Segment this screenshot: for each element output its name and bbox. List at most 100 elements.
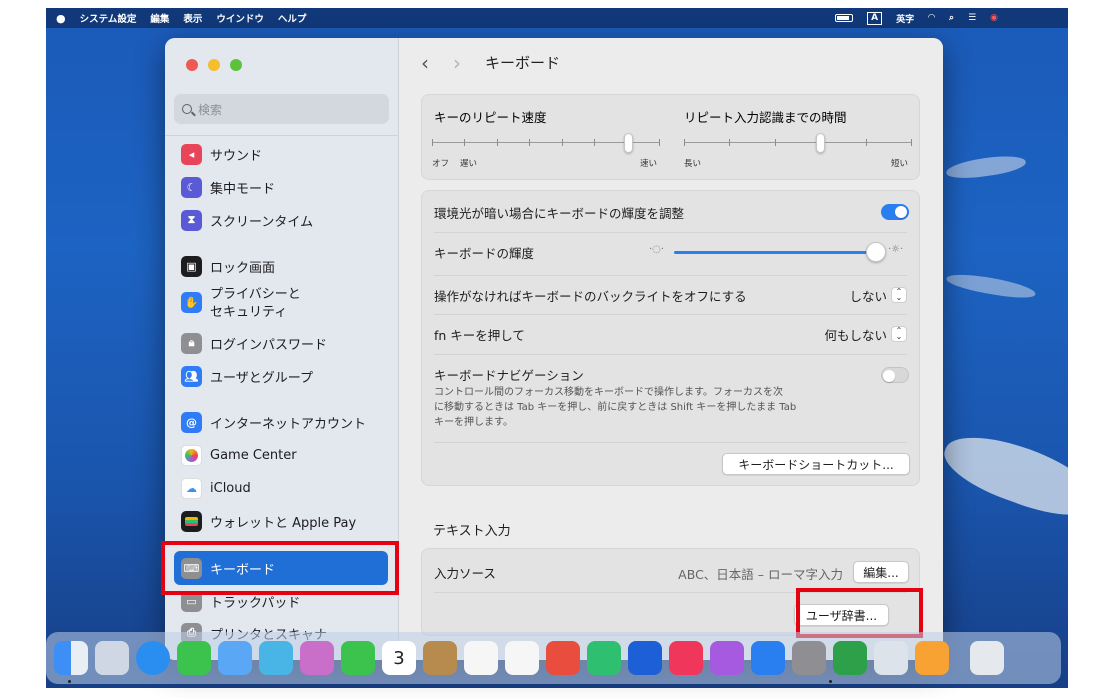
sidebar-item-login-password[interactable]: 🔒︎ ログインパスワード [181,332,327,354]
sidebar-item-icloud[interactable]: ☁ iCloud [181,477,251,499]
sidebar: 検索 ◂ サウンド ☾ 集中モード ⧗ スクリーンタイム ▣ ロック画面 ✋ プ… [165,38,399,660]
speed-min-label: オフ [432,159,450,169]
back-chevron-icon[interactable]: ‹ [421,53,429,73]
fn-key-label: fn キーを押して [434,327,525,343]
menu-edit[interactable]: 編集 [150,11,169,25]
minimize-button[interactable] [208,59,220,71]
pages-icon[interactable] [915,641,949,675]
spotlight-icon[interactable]: ⌕ [949,13,954,23]
running-indicator [829,680,832,683]
apple-menu-icon[interactable]: ● [56,12,66,25]
reminders-icon[interactable] [464,641,498,675]
divider [434,592,907,593]
photos-icon[interactable] [300,641,334,675]
user-dictionary-button[interactable]: ユーザ辞書... [794,604,889,626]
sidebar-item-lock-screen[interactable]: ▣ ロック画面 [181,255,275,277]
wifi-icon[interactable]: ◠ [928,13,935,23]
keyboard-navigation-toggle[interactable] [881,367,909,383]
launchpad-icon[interactable] [95,641,129,675]
slider-tick [684,139,685,146]
divider [434,232,907,233]
tv-icon[interactable] [628,641,662,675]
auto-brightness-row: 環境光が暗い場合にキーボードの輝度を調整 [434,201,907,223]
trash-icon[interactable] [970,641,1004,675]
fn-key-value: 何もしない [824,327,887,343]
sidebar-item-wallet[interactable]: ウォレットと Apple Pay [181,510,356,532]
battery-icon[interactable] [835,14,854,22]
sidebar-item-label: iCloud [210,480,251,496]
text-input-card: 入力ソース ABC、日本語 – ローマ字入力 編集... ユーザ辞書... [421,548,920,636]
sidebar-item-users[interactable]: 👥︎ ユーザとグループ [181,365,313,387]
finder-icon[interactable] [54,641,88,675]
backlight-off-popup[interactable]: しない ⌃ ⌄ [849,286,907,305]
sidebar-item-trackpad[interactable]: ▭ トラックパッド [181,590,300,612]
close-button[interactable] [186,59,198,71]
sidebar-item-label: サウンド [210,148,263,164]
system-settings-window: 検索 ◂ サウンド ☾ 集中モード ⧗ スクリーンタイム ▣ ロック画面 ✋ プ… [165,38,943,660]
slider-knob[interactable] [623,133,633,153]
music-icon[interactable] [669,641,703,675]
sidebar-item-sound[interactable]: ◂ サウンド [181,143,262,165]
contacts-icon[interactable] [423,641,457,675]
keyboard-brightness-slider[interactable] [674,242,886,262]
input-method-label[interactable]: 英字 [896,12,914,25]
facetime-icon[interactable] [341,641,375,675]
menu-app-name[interactable]: システム設定 [80,11,137,25]
menu-view[interactable]: 表示 [183,11,202,25]
menu-window[interactable]: ウインドウ [216,11,264,25]
app-store-icon[interactable] [751,641,785,675]
slider-tick [594,139,596,146]
sidebar-item-label: トラックパッド [210,595,301,611]
sidebar-item-focus[interactable]: ☾ 集中モード [181,176,275,198]
key-repeat-card: キーのリピート速度 リピート入力認識までの時間 オフ 遅い 速い 長い 短い [421,94,920,180]
maps-icon[interactable] [259,641,293,675]
menu-help[interactable]: ヘルプ [278,11,307,25]
messages-icon[interactable] [177,641,211,675]
cloud-icon: ☁ [181,477,202,499]
freeform-icon[interactable] [505,641,539,675]
sidebar-item-internet-accounts[interactable]: @ インターネットアカウント [181,411,366,433]
system-settings-icon[interactable] [792,641,826,675]
keyboard-shortcuts-button[interactable]: キーボードショートカット... [722,453,910,475]
fn-key-row: fn キーを押して 何もしない ⌃ ⌄ [434,323,907,345]
slider-tick [561,139,563,146]
chrome-icon[interactable] [546,641,580,675]
edit-input-sources-button[interactable]: 編集... [853,561,909,583]
sidebar-item-keyboard[interactable]: ⌨ キーボード [174,551,388,585]
text-input-section-title: テキスト入力 [433,524,511,539]
siri-icon[interactable]: ◉ [990,13,998,23]
keyboard-navigation-description: コントロール間のフォーカス移動をキーボードで操作します。フォーカスを次 に移動す… [434,385,844,430]
zoom-button[interactable] [230,59,242,71]
podcasts-icon[interactable] [710,641,744,675]
auto-brightness-toggle[interactable] [881,204,909,220]
slider-tick [729,139,731,146]
fn-key-popup[interactable]: 何もしない ⌃ ⌄ [824,325,907,344]
slider-knob[interactable] [816,133,826,153]
slider-tick [911,139,912,146]
mail-icon[interactable] [218,641,252,675]
control-center-icon[interactable]: ☰ [968,13,976,23]
calendar-icon[interactable]: 3 [382,641,416,675]
key-repeat-speed-slider[interactable] [432,133,660,153]
wallpaper-dolphin [945,270,1037,302]
toggle-knob [883,370,895,382]
input-method-icon[interactable]: A [867,11,883,25]
brightness-high-icon: ·☼· [888,244,904,255]
sidebar-item-game-center[interactable]: Game Center [181,444,297,466]
safari-icon[interactable] [136,641,170,675]
search-field[interactable]: 検索 [174,94,389,124]
excel-icon[interactable] [833,641,867,675]
sidebar-item-label: ロック画面 [210,260,276,276]
forward-chevron-icon[interactable]: › [453,53,461,73]
sidebar-item-label: Game Center [210,447,297,463]
sidebar-item-privacy[interactable]: ✋ プライバシーと セキュリティ [181,286,301,322]
sidebar-item-screen-time[interactable]: ⧗ スクリーンタイム [181,209,313,231]
preview-icon[interactable] [874,641,908,675]
sidebar-item-label: ユーザとグループ [210,370,313,386]
key-repeat-delay-slider[interactable] [684,133,912,153]
lock-icon: 🔒︎ [181,332,202,354]
search-placeholder: 検索 [198,102,223,117]
slider-knob[interactable] [865,242,886,262]
numbers-icon[interactable] [587,641,621,675]
input-source-value: ABC、日本語 – ローマ字入力 [678,567,843,582]
